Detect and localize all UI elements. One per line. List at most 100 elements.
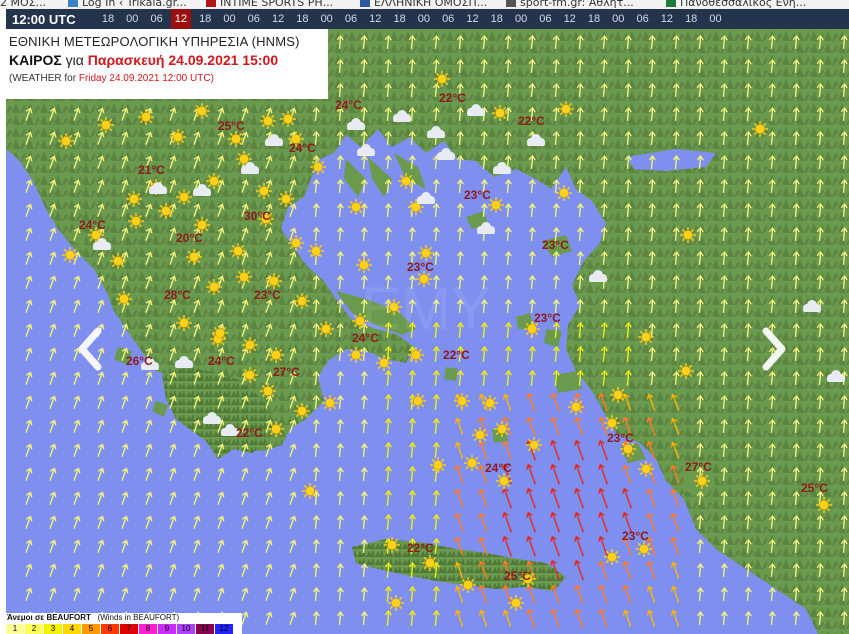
- sun-icon: [348, 347, 364, 363]
- temperature-label: 24°C: [289, 141, 316, 155]
- beaufort-level: 8: [139, 624, 158, 634]
- bookmark-link[interactable]: Log In ‹ Trikala.gr...: [82, 0, 187, 9]
- sun-icon: [492, 105, 508, 121]
- bookmark-link[interactable]: 2 ΜΟΣ...: [0, 0, 46, 9]
- sun-icon: [408, 347, 424, 363]
- bookmark-icon: [666, 0, 676, 7]
- beaufort-legend: Άνεμοι σε BEAUFORT (Winds in BEAUFORT) 1…: [6, 613, 242, 634]
- temperature-label: 24°C: [335, 98, 362, 112]
- temperature-label: 23°C: [622, 529, 649, 543]
- sun-icon: [472, 427, 488, 443]
- time-step[interactable]: 00: [511, 13, 531, 25]
- temperature-label: 24°C: [352, 331, 379, 345]
- sun-icon: [128, 213, 144, 229]
- beaufort-level: 7: [120, 624, 139, 634]
- sun-icon: [186, 249, 202, 265]
- forecast-title: ΚΑΙΡΟΣ για Παρασκευή 24.09.2021 15:00: [9, 52, 278, 68]
- time-step[interactable]: 06: [535, 13, 555, 25]
- sun-icon: [288, 235, 304, 251]
- sun-icon: [356, 257, 372, 273]
- temperature-label: 23°C: [534, 311, 561, 325]
- time-step[interactable]: 12: [657, 13, 677, 25]
- temperature-label: 27°C: [273, 365, 300, 379]
- time-step[interactable]: 06: [244, 13, 264, 25]
- time-bar: 12:00 UTC 18 00 06 12 18 00 06 12 18 00 06 12 18 00 06…: [6, 9, 849, 29]
- sun-icon: [638, 329, 654, 345]
- bookmark-link[interactable]: INTIME SPORTS ΡΗ...: [220, 0, 333, 9]
- sun-icon: [410, 393, 426, 409]
- sun-icon: [638, 461, 654, 477]
- time-step[interactable]: 12: [268, 13, 288, 25]
- sun-icon: [454, 393, 470, 409]
- sun-icon: [322, 395, 338, 411]
- sun-icon: [126, 191, 142, 207]
- time-step[interactable]: 18: [292, 13, 312, 25]
- time-step[interactable]: 12: [170, 9, 191, 29]
- next-map-button[interactable]: [760, 327, 790, 371]
- time-step[interactable]: 00: [220, 13, 240, 25]
- sun-icon: [268, 421, 284, 437]
- time-step[interactable]: 00: [317, 13, 337, 25]
- time-step[interactable]: 18: [487, 13, 507, 25]
- sun-icon: [348, 199, 364, 215]
- sun-icon: [110, 253, 126, 269]
- sun-icon: [678, 363, 694, 379]
- chevron-right-icon: [762, 327, 786, 371]
- time-step[interactable]: 18: [681, 13, 701, 25]
- sun-icon: [482, 395, 498, 411]
- time-step[interactable]: 00: [608, 13, 628, 25]
- sun-icon: [242, 367, 258, 383]
- sun-icon: [206, 279, 222, 295]
- sun-icon: [176, 189, 192, 205]
- sun-icon: [508, 595, 524, 611]
- temperature-label: 23°C: [607, 431, 634, 445]
- sun-icon: [816, 497, 832, 513]
- time-step[interactable]: 12: [463, 13, 483, 25]
- beaufort-level: 9: [158, 624, 177, 634]
- sun-icon: [422, 555, 438, 571]
- time-step[interactable]: 06: [341, 13, 361, 25]
- time-step[interactable]: 00: [414, 13, 434, 25]
- beaufort-level: 10: [177, 624, 196, 634]
- time-step[interactable]: 00: [706, 13, 726, 25]
- time-step[interactable]: 18: [390, 13, 410, 25]
- sun-icon: [206, 173, 222, 189]
- beaufort-level: 1: [6, 624, 25, 634]
- sun-icon: [694, 473, 710, 489]
- sun-icon: [434, 71, 450, 87]
- beaufort-level: 4: [63, 624, 82, 634]
- sun-icon: [260, 383, 276, 399]
- time-step[interactable]: 12: [365, 13, 385, 25]
- temperature-label: 26°C: [126, 354, 153, 368]
- beaufort-level: 2: [25, 624, 44, 634]
- time-step[interactable]: 18: [98, 13, 118, 25]
- time-step[interactable]: 18: [195, 13, 215, 25]
- time-step[interactable]: 18: [584, 13, 604, 25]
- time-step[interactable]: 00: [122, 13, 142, 25]
- temperature-label: 24°C: [208, 354, 235, 368]
- legend-title-english: (Winds in BEAUFORT): [97, 613, 180, 622]
- time-step[interactable]: 06: [438, 13, 458, 25]
- sun-icon: [242, 337, 258, 353]
- bookmark-link[interactable]: ΕΛΛΗΝΙΚΗ ΟΜΟΣΠ...: [374, 0, 487, 9]
- sun-icon: [430, 457, 446, 473]
- forecast-date: Παρασκευή 24.09.2021 15:00: [87, 52, 279, 68]
- bookmark-icon: [506, 0, 516, 7]
- beaufort-level: 11: [196, 624, 215, 634]
- english-prefix: (WEATHER for: [9, 73, 77, 84]
- sun-icon: [568, 399, 584, 415]
- time-step[interactable]: 06: [633, 13, 653, 25]
- sun-icon: [230, 243, 246, 259]
- bookmark-icon: [206, 0, 216, 7]
- sun-icon: [418, 245, 434, 261]
- sun-icon: [294, 293, 310, 309]
- prev-map-button[interactable]: [74, 327, 104, 371]
- bookmark-link[interactable]: sport-fm.gr: Αθλητ...: [520, 0, 634, 9]
- time-step[interactable]: 12: [560, 13, 580, 25]
- time-step[interactable]: 06: [147, 13, 167, 25]
- temperature-label: 22°C: [443, 348, 470, 362]
- sun-icon: [260, 113, 276, 129]
- sun-icon: [62, 247, 78, 263]
- sun-icon: [398, 173, 414, 189]
- bookmark-link[interactable]: Πανοθεσσαλικός Ενη...: [680, 0, 806, 9]
